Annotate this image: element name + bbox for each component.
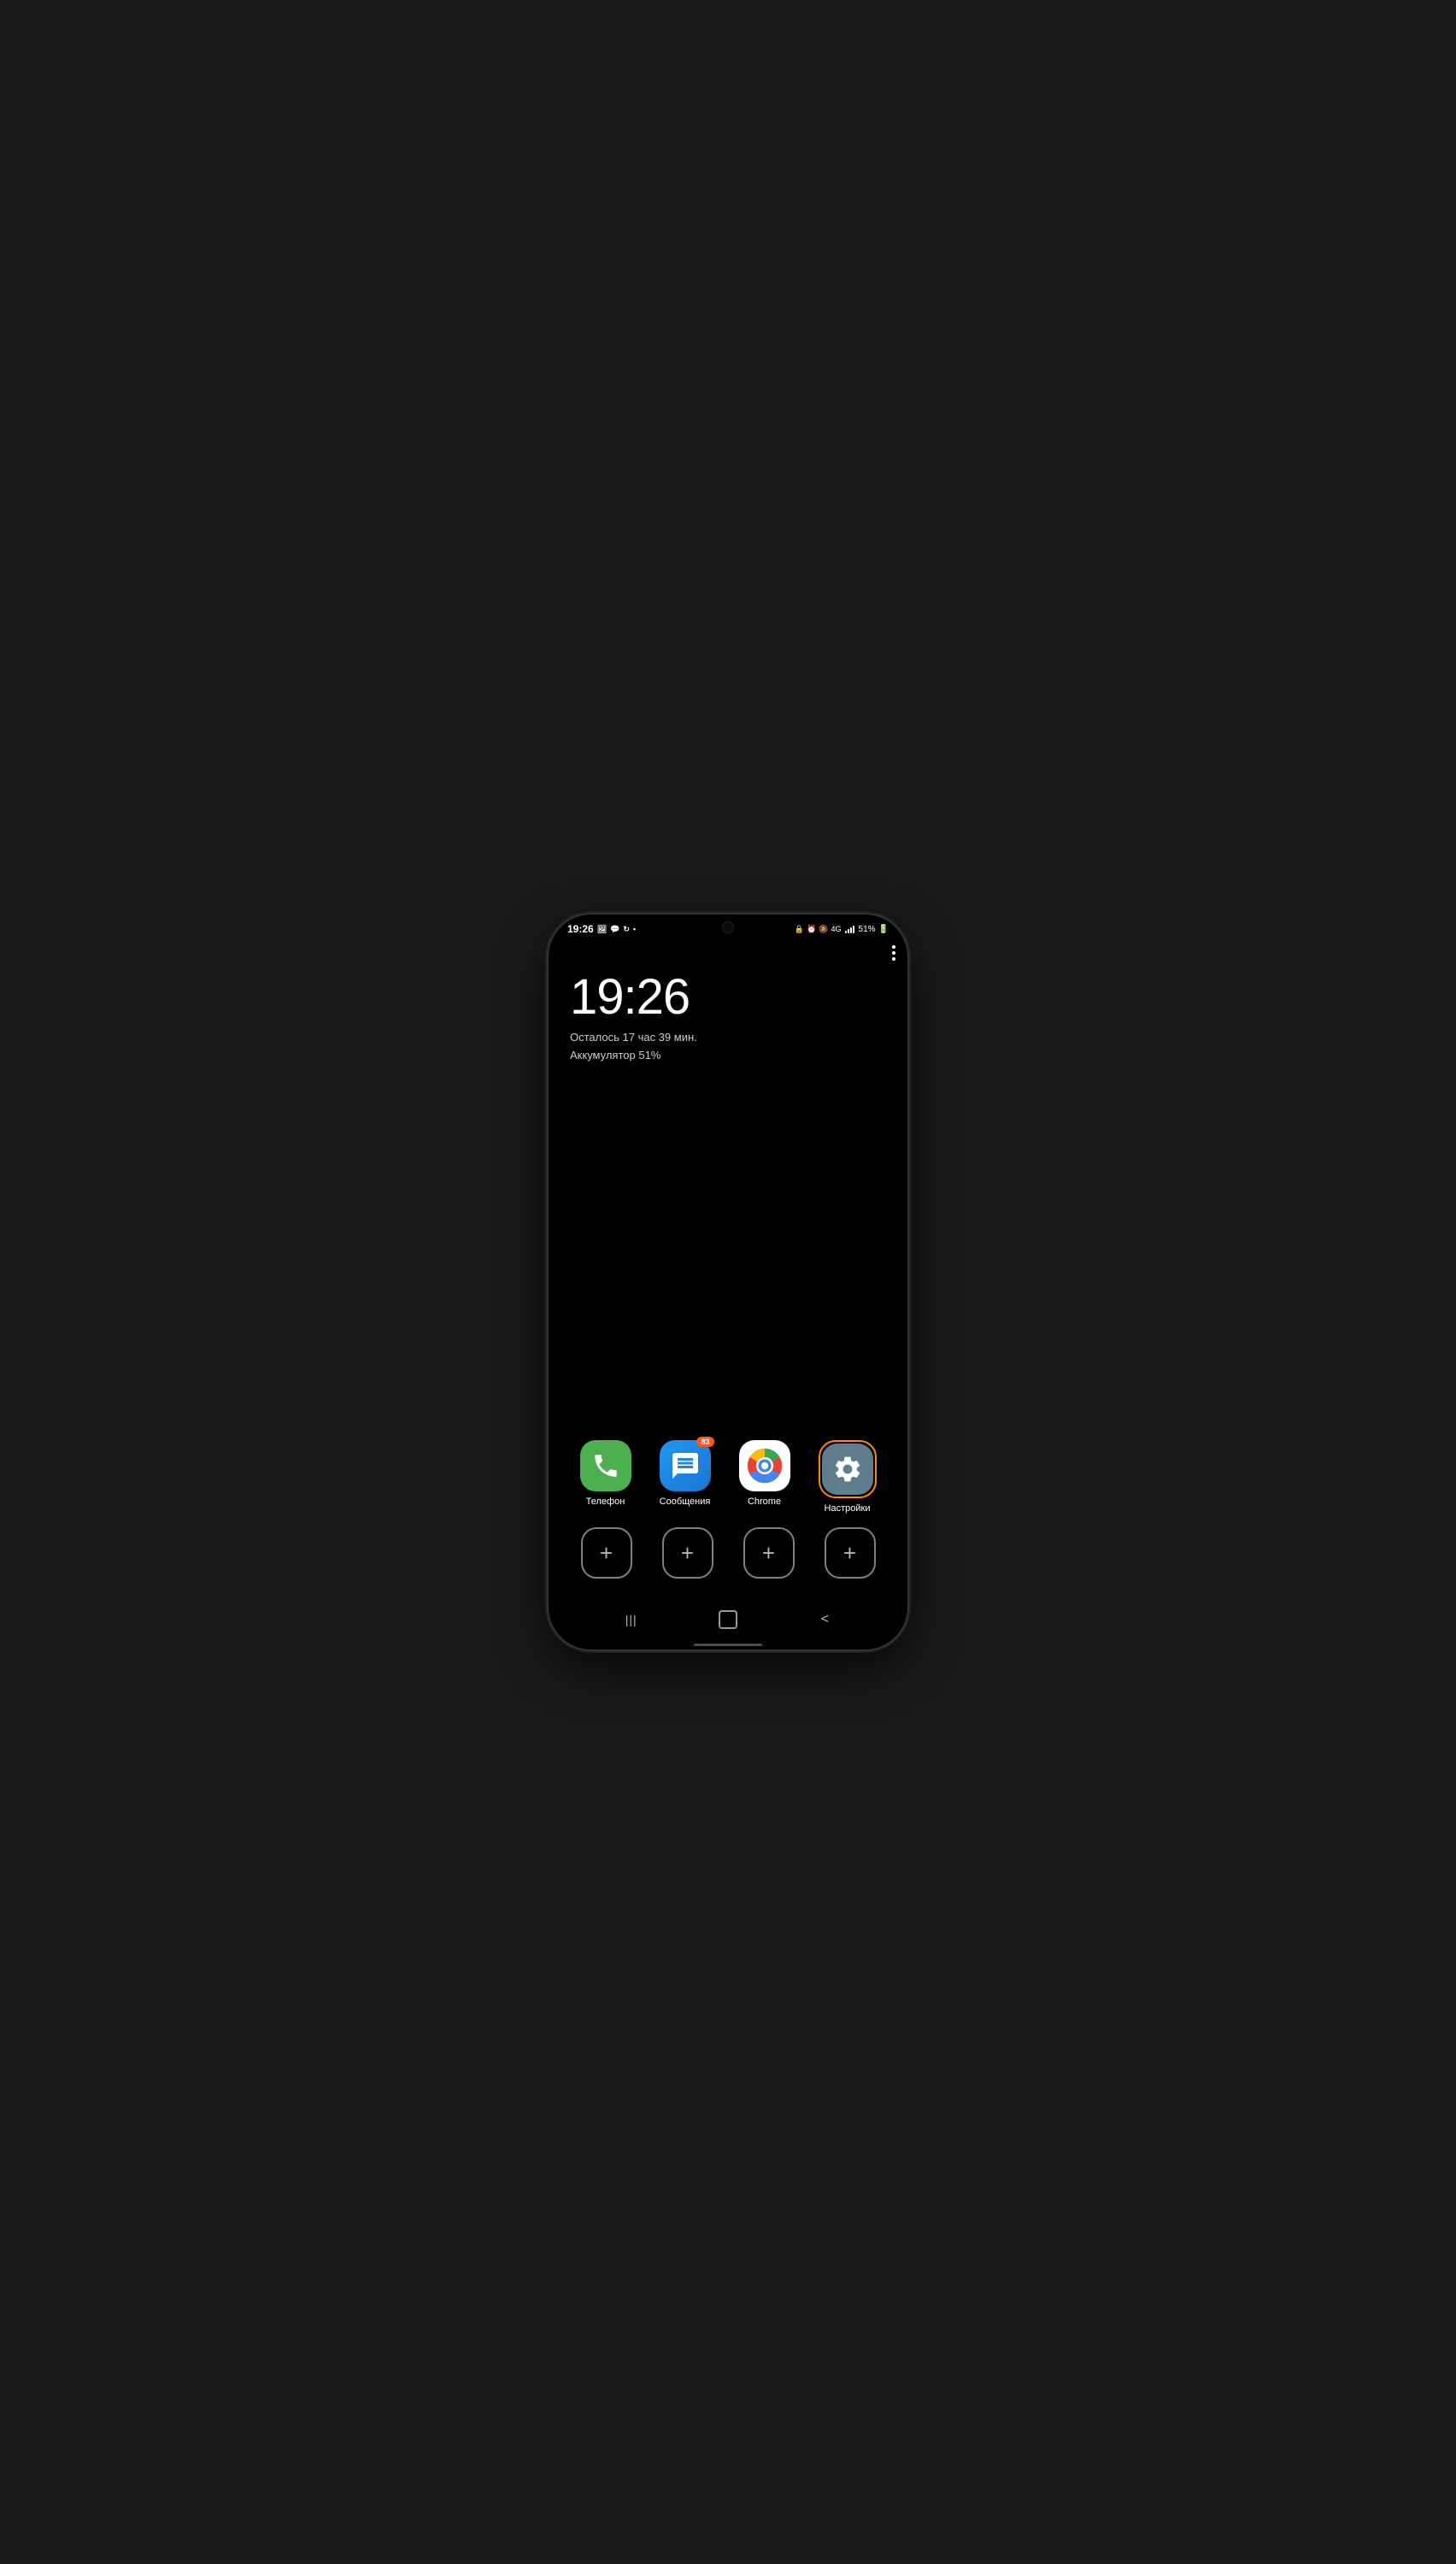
phone-app-icon	[580, 1440, 631, 1491]
settings-gear-icon	[832, 1454, 863, 1485]
battery-percent: 51%	[859, 925, 876, 934]
status-sync-icon: ↻	[623, 925, 630, 934]
status-right: 🔒 ⏰ 🔕 4G 51% 🔋	[795, 925, 889, 934]
settings-app-label: Настройки	[825, 1503, 871, 1514]
battery-icon: 🔋	[878, 925, 889, 934]
lock-icon: 🔒	[795, 925, 804, 934]
navigation-bar: ||| <	[549, 1601, 907, 1644]
chrome-app-label: Chrome	[748, 1497, 781, 1507]
recent-apps-icon: |||	[625, 1613, 637, 1626]
status-msg-icon: 💬	[610, 925, 619, 934]
mute-icon: 🔕	[819, 925, 828, 934]
status-image-icon: 🖼	[597, 925, 607, 934]
clock-widget: 19:26 Осталось 17 час 39 мин. Аккумулято…	[570, 973, 890, 1065]
app-row: Телефон 83 Сообщения	[566, 1440, 890, 1514]
add-widget-2[interactable]: +	[662, 1527, 713, 1579]
signal-strength	[845, 925, 854, 933]
app-dock: Телефон 83 Сообщения	[566, 1440, 890, 1592]
messages-app-icon: 83	[660, 1440, 711, 1491]
battery-time-remaining: Осталось 17 час 39 мин.	[570, 1029, 890, 1047]
battery-level-text: Аккумулятор 51%	[570, 1047, 890, 1065]
app-item-chrome[interactable]: Chrome	[739, 1440, 790, 1507]
home-icon	[719, 1610, 737, 1629]
messages-badge: 83	[696, 1437, 713, 1447]
network-icon: 4G	[831, 925, 842, 933]
chrome-app-icon	[739, 1440, 790, 1491]
add-widget-4[interactable]: +	[825, 1527, 876, 1579]
settings-app-icon	[822, 1444, 873, 1495]
app-item-phone[interactable]: Телефон	[580, 1440, 631, 1507]
plus-buttons-row: + + + +	[566, 1527, 890, 1579]
settings-highlight-border	[819, 1440, 877, 1498]
chrome-icon-svg	[747, 1448, 783, 1484]
home-screen: 19:26 Осталось 17 час 39 мин. Аккумулято…	[549, 938, 907, 1601]
status-bar: 19:26 🖼 💬 ↻ • 🔒 ⏰ 🔕 4G 51% 🔋	[549, 914, 907, 938]
phone-screen: 19:26 🖼 💬 ↻ • 🔒 ⏰ 🔕 4G 51% 🔋	[549, 914, 907, 1650]
back-icon: <	[821, 1612, 829, 1627]
phone-icon-svg	[591, 1451, 620, 1480]
phone-app-label: Телефон	[586, 1497, 625, 1507]
nav-indicator-line	[694, 1644, 762, 1646]
status-left: 19:26 🖼 💬 ↻ •	[567, 923, 636, 935]
clock-time: 19:26	[570, 973, 890, 1022]
messages-icon-svg	[670, 1450, 701, 1481]
status-dot: •	[633, 925, 636, 933]
home-menu-button[interactable]	[892, 945, 895, 961]
phone-device: 19:26 🖼 💬 ↻ • 🔒 ⏰ 🔕 4G 51% 🔋	[549, 914, 907, 1650]
add-widget-3[interactable]: +	[743, 1527, 795, 1579]
app-item-messages[interactable]: 83 Сообщения	[660, 1440, 711, 1507]
messages-app-label: Сообщения	[660, 1497, 711, 1507]
alarm-icon: ⏰	[807, 925, 816, 934]
camera-notch	[722, 921, 734, 933]
app-item-settings[interactable]: Настройки	[819, 1440, 877, 1514]
nav-recent-button[interactable]: |||	[614, 1608, 649, 1632]
status-time: 19:26	[567, 923, 594, 935]
add-widget-1[interactable]: +	[581, 1527, 632, 1579]
battery-info: Осталось 17 час 39 мин. Аккумулятор 51%	[570, 1029, 890, 1065]
nav-back-button[interactable]: <	[807, 1608, 842, 1632]
nav-home-button[interactable]	[711, 1608, 745, 1632]
